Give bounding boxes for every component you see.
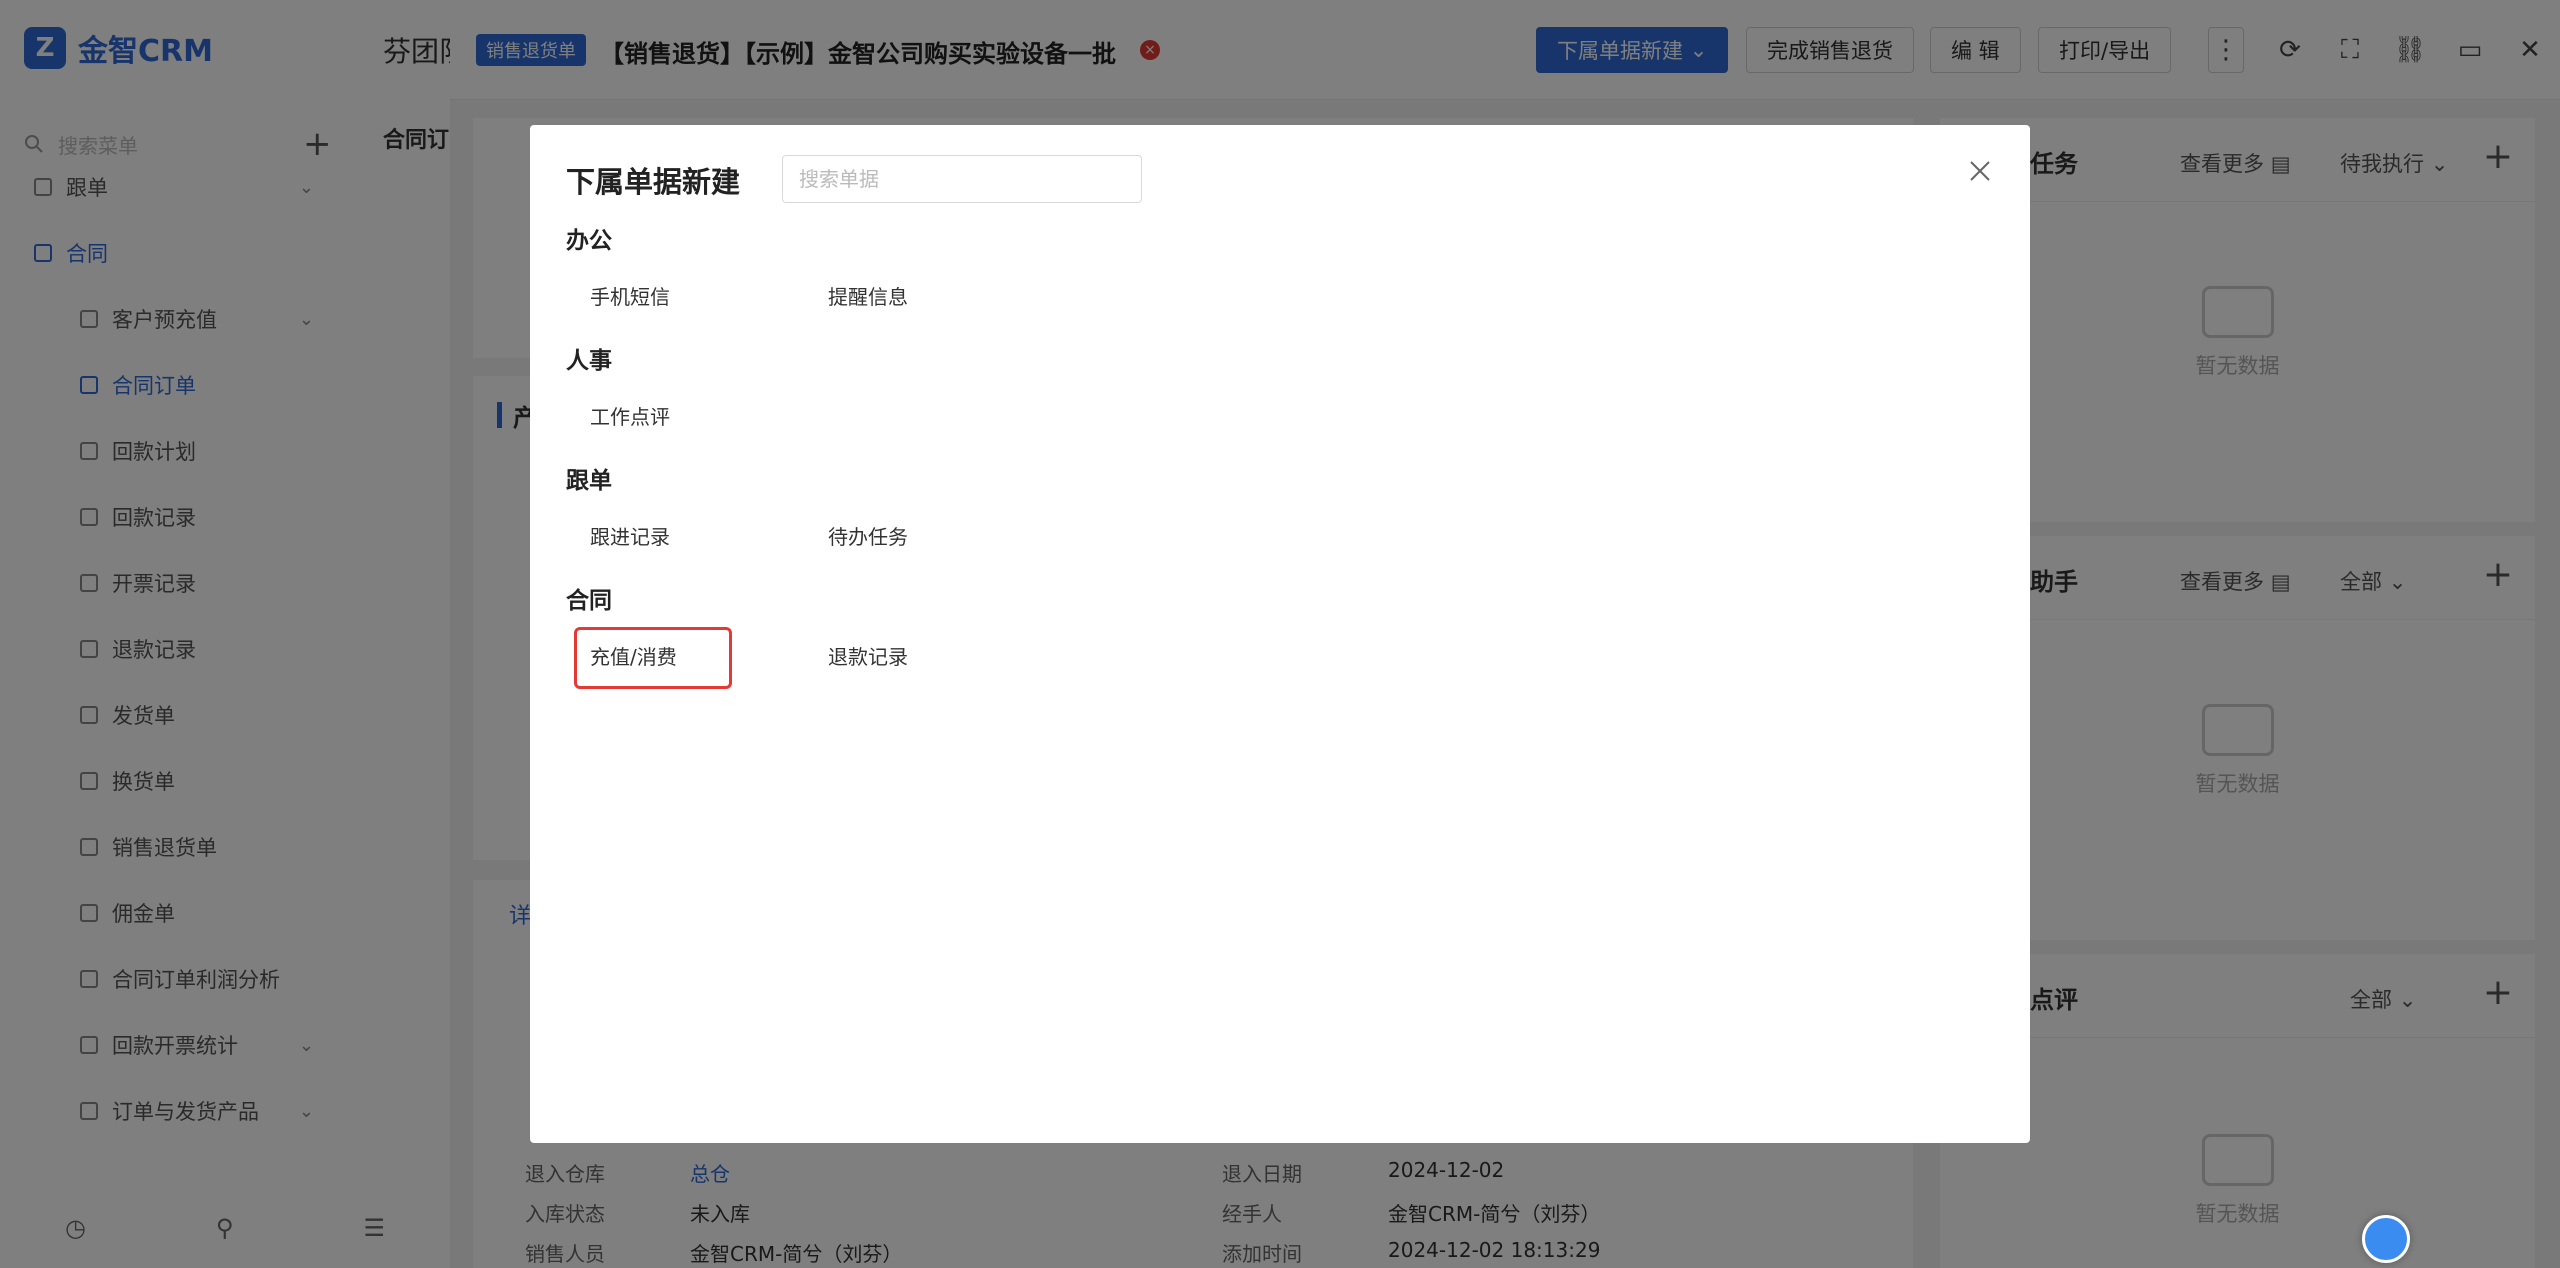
document-type-option[interactable]: 跟进记录 bbox=[566, 511, 804, 559]
new-sub-document-dialog: 下属单据新建 办公手机短信提醒信息人事工作点评跟单跟进记录待办任务合同充值/消费… bbox=[530, 125, 2030, 1143]
document-search-input[interactable] bbox=[782, 155, 1142, 203]
document-group-title: 人事 bbox=[566, 348, 612, 374]
close-icon bbox=[1970, 161, 1990, 181]
document-type-option[interactable]: 充值/消费 bbox=[566, 627, 804, 689]
document-group-items: 工作点评 bbox=[566, 391, 804, 439]
document-group-title: 跟单 bbox=[566, 468, 612, 494]
document-group-items: 跟进记录 待办任务 bbox=[566, 511, 1042, 559]
document-type-option[interactable]: 手机短信 bbox=[566, 271, 804, 319]
document-type-option[interactable]: 工作点评 bbox=[566, 391, 804, 439]
document-group-title: 办公 bbox=[566, 228, 612, 254]
dialog-title: 下属单据新建 bbox=[566, 165, 741, 199]
document-group: 合同充值/消费 退款记录 bbox=[566, 581, 1042, 689]
dialog-close-button[interactable] bbox=[1960, 151, 2000, 191]
document-group-title: 合同 bbox=[566, 588, 612, 614]
floating-assistant-button[interactable] bbox=[2362, 1215, 2410, 1263]
document-type-option[interactable]: 提醒信息 bbox=[804, 271, 1042, 319]
document-group: 办公手机短信 提醒信息 bbox=[566, 221, 1042, 319]
document-group: 人事 工作点评 bbox=[566, 341, 804, 439]
document-group: 跟单跟进记录 待办任务 bbox=[566, 461, 1042, 559]
document-group-items: 手机短信 提醒信息 bbox=[566, 271, 1042, 319]
document-type-option[interactable]: 退款记录 bbox=[804, 631, 1042, 679]
document-group-items: 充值/消费 退款记录 bbox=[566, 627, 1042, 689]
document-type-option[interactable]: 待办任务 bbox=[804, 511, 1042, 559]
